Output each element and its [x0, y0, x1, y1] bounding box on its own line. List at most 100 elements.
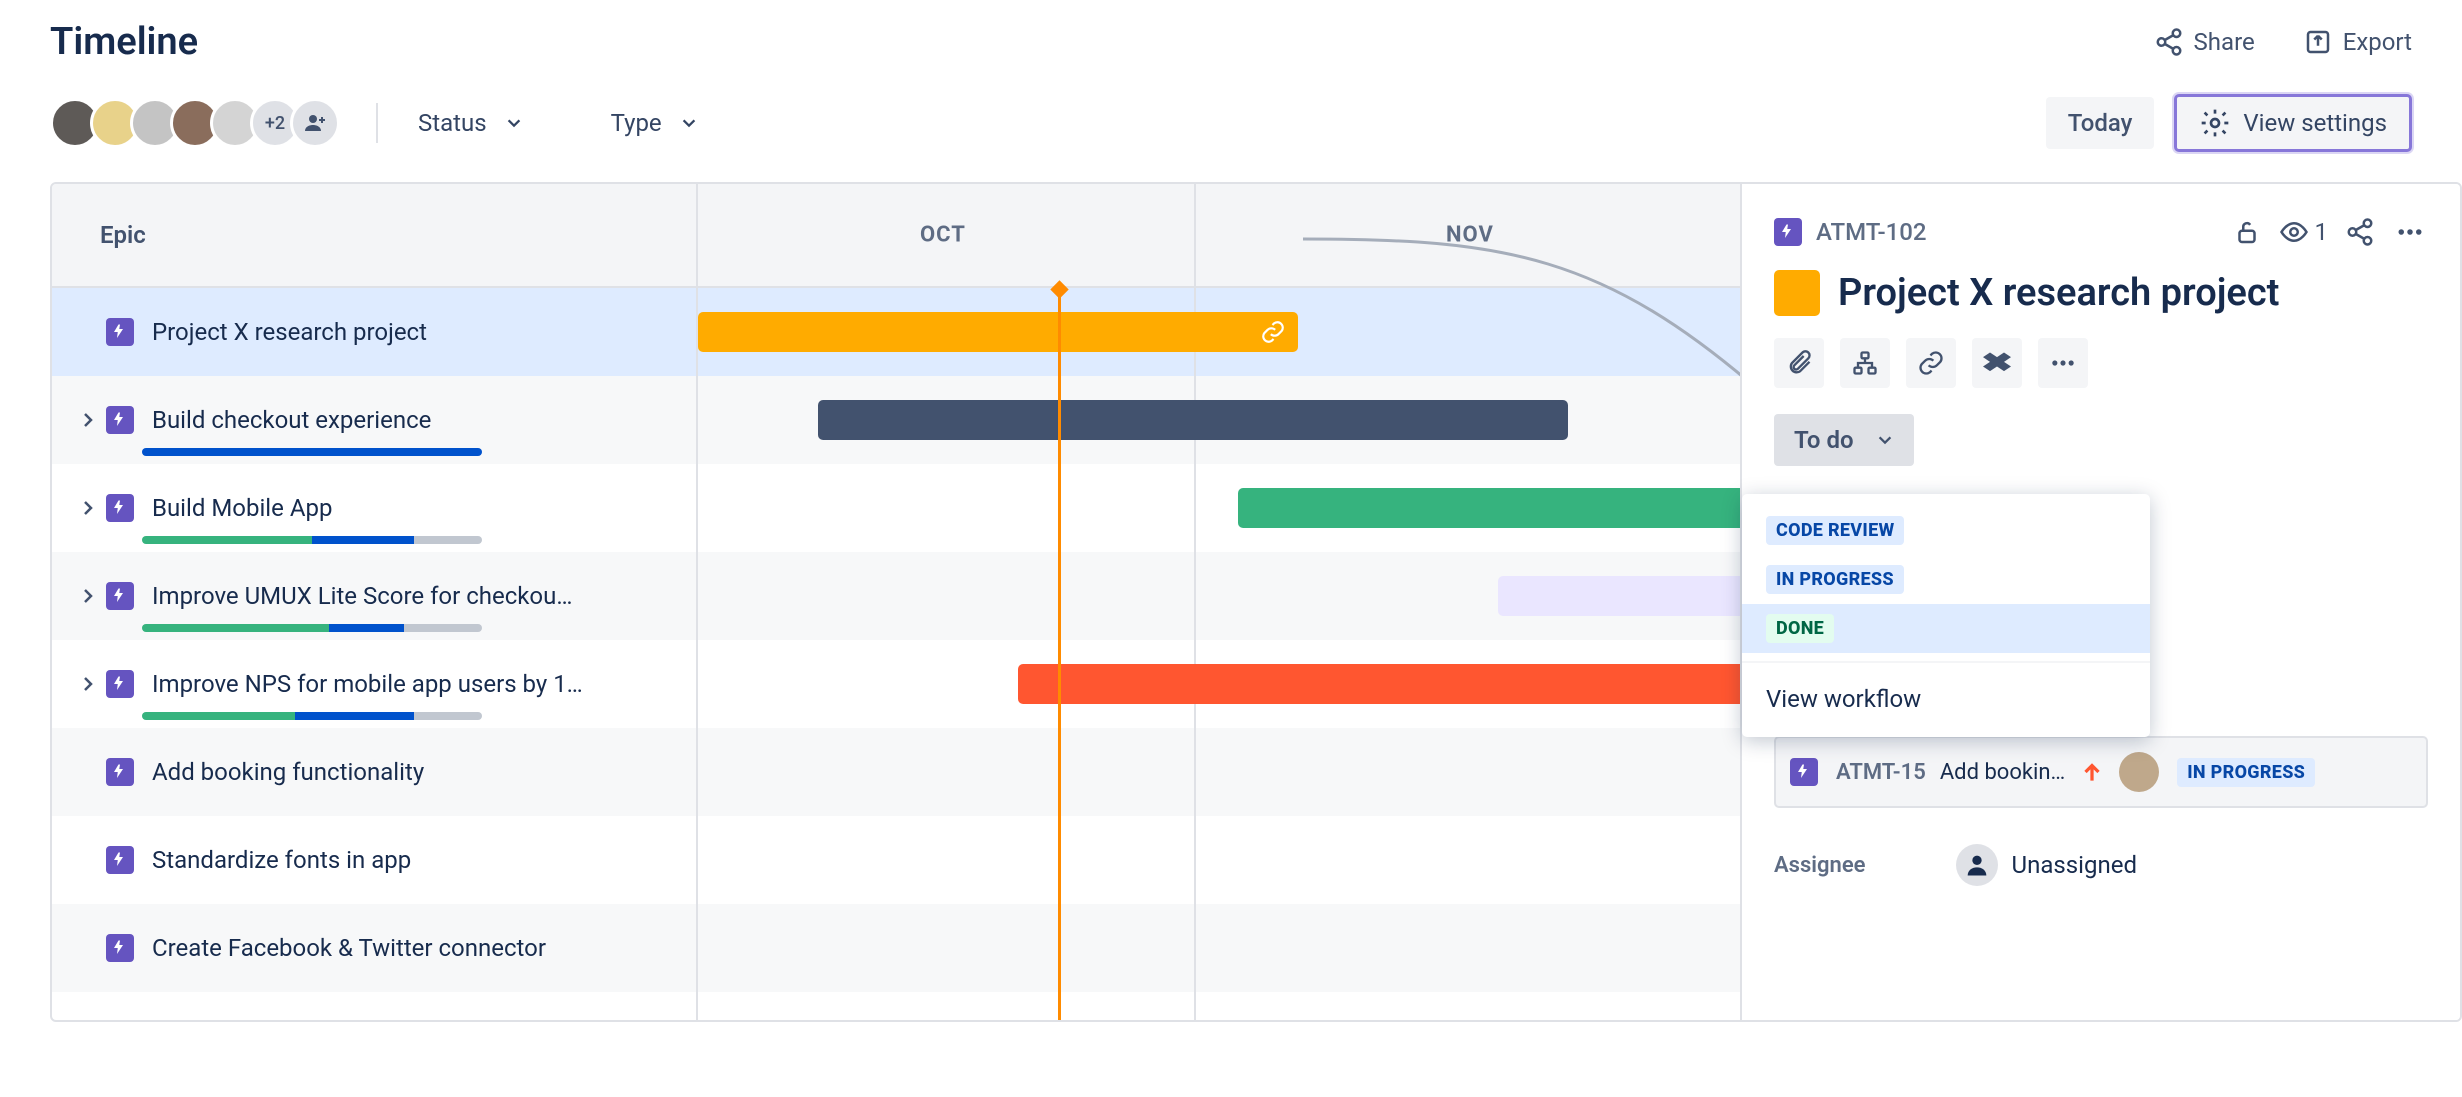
- more-tools-button[interactable]: [2038, 338, 2088, 388]
- gantt-bar[interactable]: [1238, 488, 1758, 528]
- watchers-button[interactable]: 1: [2279, 217, 2329, 247]
- status-filter-label: Status: [418, 109, 487, 137]
- epic-icon: [106, 494, 134, 522]
- share-label: Share: [2194, 28, 2255, 56]
- epic-row[interactable]: Create Facebook & Twitter connector: [52, 904, 696, 992]
- status-filter[interactable]: Status: [414, 101, 527, 145]
- issue-title[interactable]: Project X research project: [1838, 271, 2279, 315]
- chevron-right-icon: [78, 674, 98, 694]
- expand-toggle[interactable]: [70, 410, 106, 430]
- share-button[interactable]: [2342, 214, 2378, 250]
- share-icon: [2345, 217, 2375, 247]
- link-icon: [1917, 349, 1945, 377]
- issue-detail-panel: ATMT-102 1 Project X research project To…: [1740, 184, 2460, 1020]
- status-label: To do: [1794, 426, 1854, 454]
- month-label-nov: NOV: [1446, 223, 1494, 248]
- month-label-oct: OCT: [920, 223, 966, 248]
- epic-row[interactable]: Add booking functionality: [52, 728, 696, 816]
- eye-icon: [2279, 217, 2309, 247]
- epic-row[interactable]: Standardize fonts in app: [52, 816, 696, 904]
- page-title: Timeline: [50, 20, 198, 64]
- paperclip-icon: [1785, 349, 1813, 377]
- chevron-right-icon: [78, 410, 98, 430]
- view-settings-button[interactable]: View settings: [2174, 94, 2412, 152]
- status-lozenge: DONE: [1766, 614, 1834, 643]
- epic-icon: [106, 758, 134, 786]
- more-actions-button[interactable]: [2392, 214, 2428, 250]
- share-button[interactable]: Share: [2154, 27, 2255, 57]
- epic-name: Standardize fonts in app: [152, 846, 411, 874]
- avatar-group: +2: [50, 98, 340, 148]
- epic-icon: [1774, 218, 1802, 246]
- assignee-value: Unassigned: [2012, 851, 2137, 879]
- gantt-bar[interactable]: [818, 400, 1568, 440]
- unlock-icon: [2232, 217, 2262, 247]
- chevron-down-icon: [505, 114, 523, 132]
- export-icon: [2303, 27, 2333, 57]
- epic-color-swatch[interactable]: [1774, 270, 1820, 316]
- epic-icon: [106, 318, 134, 346]
- watchers-count: 1: [2315, 218, 2329, 246]
- assignee-field[interactable]: Unassigned: [1956, 844, 2137, 886]
- link-button[interactable]: [1906, 338, 1956, 388]
- child-issue-key[interactable]: ATMT-15: [1836, 760, 1926, 785]
- type-filter[interactable]: Type: [607, 101, 702, 145]
- gantt-bar[interactable]: [698, 312, 1298, 352]
- gantt-bar[interactable]: [1018, 664, 1758, 704]
- lock-button[interactable]: [2229, 214, 2265, 250]
- status-option-in-progress[interactable]: IN PROGRESS: [1742, 555, 2150, 604]
- epic-row[interactable]: Build Mobile App: [52, 464, 696, 552]
- epic-name: Add booking functionality: [152, 758, 424, 786]
- child-status-lozenge[interactable]: IN PROGRESS: [2177, 758, 2315, 787]
- today-marker: [1058, 288, 1061, 1020]
- epic-row[interactable]: Improve NPS for mobile app users by 1…: [52, 640, 696, 728]
- status-option-code-review[interactable]: CODE REVIEW: [1742, 506, 2150, 555]
- epic-row[interactable]: Project X research project: [52, 288, 696, 376]
- child-issue-row[interactable]: ATMT-15 Add bookin… IN PROGRESS: [1774, 736, 2428, 808]
- expand-toggle[interactable]: [70, 586, 106, 606]
- status-dropdown[interactable]: To do: [1774, 414, 1914, 466]
- epic-row[interactable]: Build checkout experience: [52, 376, 696, 464]
- epic-icon: [106, 406, 134, 434]
- export-button[interactable]: Export: [2303, 27, 2412, 57]
- gantt-bar[interactable]: [1498, 576, 1758, 616]
- epic-name: Improve NPS for mobile app users by 1…: [152, 670, 583, 698]
- today-button[interactable]: Today: [2046, 97, 2155, 149]
- more-icon: [2395, 217, 2425, 247]
- expand-toggle[interactable]: [70, 674, 106, 694]
- more-icon: [2049, 349, 2077, 377]
- epic-name: Project X research project: [152, 318, 427, 346]
- chevron-down-icon: [680, 114, 698, 132]
- epic-icon: [106, 670, 134, 698]
- dropbox-button[interactable]: [1972, 338, 2022, 388]
- dropbox-icon: [1983, 349, 2011, 377]
- share-icon: [2154, 27, 2184, 57]
- chevron-right-icon: [78, 498, 98, 518]
- status-lozenge: CODE REVIEW: [1766, 516, 1904, 545]
- issue-key[interactable]: ATMT-102: [1816, 218, 1927, 246]
- epic-name: Create Facebook & Twitter connector: [152, 934, 546, 962]
- attach-button[interactable]: [1774, 338, 1824, 388]
- status-option-done[interactable]: DONE: [1742, 604, 2150, 653]
- epic-row[interactable]: [52, 992, 696, 1022]
- assignee-avatar[interactable]: [2119, 752, 2159, 792]
- child-issue-summary: Add bookin…: [1940, 760, 2065, 785]
- epic-icon: [106, 582, 134, 610]
- status-lozenge: IN PROGRESS: [1766, 565, 1904, 594]
- epic-column-header: Epic: [52, 184, 696, 288]
- export-label: Export: [2343, 28, 2412, 56]
- gear-icon: [2199, 107, 2231, 139]
- add-child-button[interactable]: [1840, 338, 1890, 388]
- chevron-right-icon: [78, 586, 98, 606]
- month-separator: [1194, 184, 1196, 286]
- type-filter-label: Type: [611, 109, 662, 137]
- view-workflow-link[interactable]: View workflow: [1742, 663, 2150, 737]
- epic-icon: [106, 846, 134, 874]
- view-settings-label: View settings: [2243, 109, 2387, 137]
- epic-icon: [1790, 758, 1818, 786]
- epic-icon: [106, 934, 134, 962]
- divider: [376, 103, 378, 143]
- expand-toggle[interactable]: [70, 498, 106, 518]
- epic-row[interactable]: Improve UMUX Lite Score for checkou…: [52, 552, 696, 640]
- add-people-button[interactable]: [290, 98, 340, 148]
